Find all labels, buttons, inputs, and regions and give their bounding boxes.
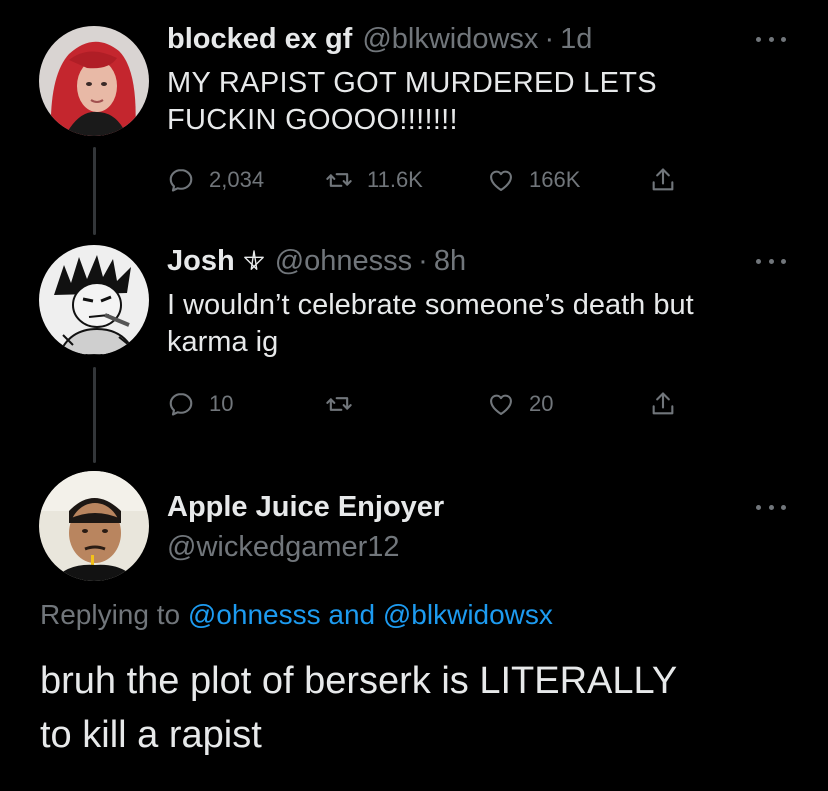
like-count: 20 — [529, 391, 554, 416]
avatar-blocked-ex-gf[interactable] — [39, 26, 149, 136]
handle[interactable]: @blkwidowsx — [362, 23, 538, 56]
tweet-text-line: to kill a rapist — [40, 714, 262, 756]
share-button[interactable] — [649, 164, 677, 196]
reply-button[interactable]: 2,034 — [167, 164, 264, 196]
main-tweet-text: bruh the plot of berserk is LITERALLY to… — [40, 654, 800, 762]
tweet-text-line: MY RAPIST GOT MURDERED LETS — [167, 67, 657, 99]
timestamp[interactable]: 8h — [434, 245, 466, 278]
more-icon[interactable] — [756, 34, 786, 44]
tweet-text-line: FUCKIN GOOOO!!!!!!! — [167, 104, 458, 136]
reply-icon — [169, 169, 193, 192]
avatar-image — [39, 245, 149, 355]
share-button[interactable] — [649, 388, 677, 420]
avatar-josh[interactable] — [39, 245, 149, 355]
avatar-apple-juice-enjoyer[interactable] — [39, 471, 149, 581]
thread-line-1 — [93, 147, 96, 235]
tweet-text-line: I wouldn’t celebrate someone’s death but — [167, 289, 694, 321]
tweet-text-line: bruh the plot of berserk is LITERALLY — [40, 660, 678, 702]
mention-conjunction: and — [328, 599, 376, 630]
display-name[interactable]: Josh — [167, 245, 235, 278]
thread-line-2 — [93, 367, 96, 463]
tweet-1-text: MY RAPIST GOT MURDERED LETS FUCKIN GOOOO… — [167, 65, 787, 139]
like-icon — [490, 170, 512, 191]
avatar-image — [39, 26, 149, 136]
tweet-2-text: I wouldn’t celebrate someone’s death but… — [167, 287, 787, 361]
like-button[interactable]: 20 — [487, 388, 553, 420]
reply-count: 10 — [209, 391, 234, 416]
retweet-button[interactable]: 11.6K — [325, 164, 423, 196]
retweet-icon — [326, 173, 352, 187]
retweet-icon — [326, 397, 352, 411]
replying-prefix: Replying to — [40, 599, 181, 630]
mention-blkwidowsx[interactable]: @blkwidowsx — [383, 599, 553, 630]
separator-dot: · — [544, 22, 555, 55]
share-icon — [652, 392, 674, 415]
tweet-2-header: Josh @ohnesss · 8h — [167, 244, 466, 278]
reply-count: 2,034 — [209, 167, 265, 192]
replying-to: Replying to @ohnesss and @blkwidowsx — [40, 599, 553, 631]
like-icon — [490, 394, 512, 415]
timestamp[interactable]: 1d — [560, 23, 592, 56]
handle[interactable]: @ohnesss — [275, 245, 412, 278]
more-icon[interactable] — [756, 502, 786, 512]
tweet-1-actions: 2,034 11.6K 166K — [167, 164, 687, 196]
like-button[interactable]: 166K — [487, 164, 580, 196]
tweet-2-actions: 10 20 — [167, 388, 687, 420]
reply-button[interactable]: 10 — [167, 388, 233, 420]
separator-dot: · — [418, 244, 428, 277]
like-count: 166K — [529, 167, 581, 192]
retweet-button[interactable] — [325, 388, 367, 420]
retweet-count: 11.6K — [367, 167, 423, 192]
tweet-1-header: blocked ex gf @blkwidowsx · 1d — [167, 22, 592, 56]
pentagram-icon — [243, 250, 264, 270]
main-tweet-header: Apple Juice Enjoyer — [167, 491, 444, 524]
share-icon — [652, 168, 674, 191]
tweet-text-line: karma ig — [167, 326, 279, 358]
display-name[interactable]: blocked ex gf — [167, 23, 352, 56]
reply-icon — [169, 393, 193, 416]
more-icon[interactable] — [756, 256, 786, 266]
display-name[interactable]: Apple Juice Enjoyer — [167, 491, 444, 524]
mention-ohnesss[interactable]: @ohnesss — [188, 599, 321, 630]
handle[interactable]: @wickedgamer12 — [167, 531, 400, 564]
avatar-image — [39, 471, 149, 581]
